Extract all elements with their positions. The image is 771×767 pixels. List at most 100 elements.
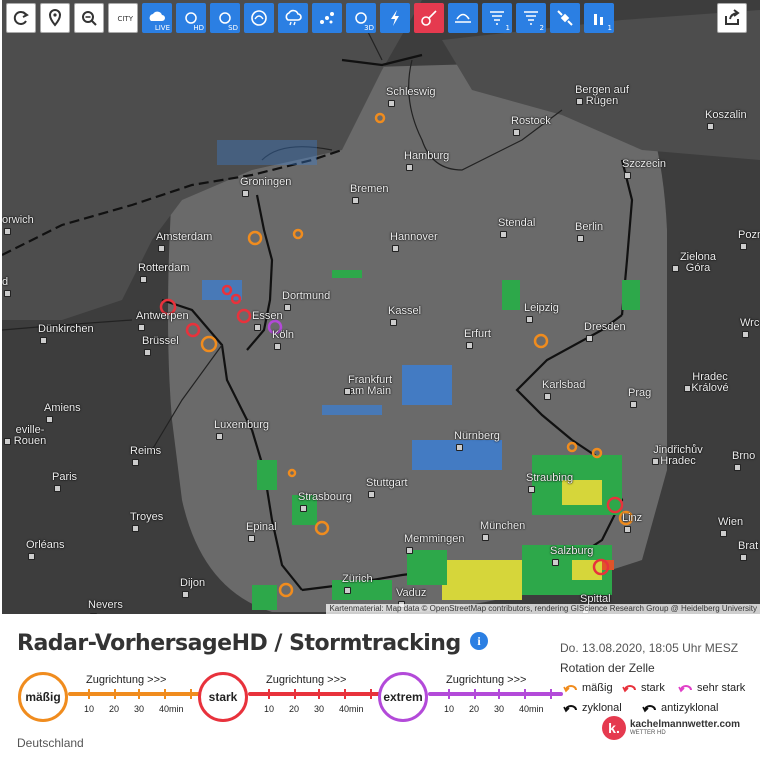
track-tick [550, 689, 552, 699]
city-labels-button[interactable]: CITY [108, 3, 138, 33]
city-label: Troyes [130, 511, 164, 523]
city-label: Vaduz [396, 587, 427, 599]
city-marker [4, 438, 11, 445]
city-label: Zürich [342, 573, 373, 585]
city-label: Groningen [240, 176, 292, 188]
city-marker [284, 304, 291, 311]
city-label: Paris [52, 471, 78, 483]
intensity-scale-0: mäßig Zugrichtung >>> 10 20 30 40min [18, 670, 208, 730]
city-label: Pozn [738, 229, 760, 241]
tornado-2-button[interactable]: 2 [516, 3, 546, 33]
city-marker [344, 388, 351, 395]
radar-sd-button[interactable]: SD [210, 3, 240, 33]
track-tick [114, 689, 116, 699]
city-marker [740, 243, 747, 250]
city-marker [707, 123, 714, 130]
city-marker [576, 98, 583, 105]
rotation-legend-label: stark [641, 682, 665, 694]
tick-label: 40min [339, 704, 364, 714]
city-marker [500, 231, 507, 238]
city-label: Dresden [584, 321, 626, 333]
track-tick [318, 689, 320, 699]
share-icon [725, 9, 740, 25]
city-marker [390, 319, 397, 326]
city-label: Antwerpen [136, 310, 189, 322]
radar-hd-label: HD [193, 24, 204, 32]
direction-caption: Zugrichtung >>> [446, 674, 527, 686]
radar-3d-button[interactable]: 3D [346, 3, 376, 33]
zoom-out-button[interactable] [74, 3, 104, 33]
satellite-icon [556, 9, 574, 27]
track-tick [474, 689, 476, 699]
city-marker [138, 324, 145, 331]
city-label: Wrc [740, 317, 760, 329]
city-marker [46, 416, 53, 423]
stations-button[interactable]: 1 [584, 3, 614, 33]
forecast-datetime: Do. 13.08.2020, 18:05 Uhr MESZ [560, 641, 739, 655]
city-marker [742, 331, 749, 338]
logo-subtitle: WETTER HD [630, 729, 666, 736]
hail-button[interactable] [312, 3, 342, 33]
city-marker [144, 349, 151, 356]
radar-hd-button[interactable]: HD [176, 3, 206, 33]
city-marker [652, 458, 659, 465]
info-icon[interactable]: i [470, 632, 488, 650]
stormtracking-button[interactable] [414, 3, 444, 33]
city-label: Brüssel [142, 335, 179, 347]
refresh-button[interactable] [6, 3, 36, 33]
lightning-button[interactable] [380, 3, 410, 33]
kachelmann-logo[interactable]: k. kachelmannwetter.com WETTER HD [602, 716, 740, 740]
rotation-legend-item: mäßig [563, 682, 613, 694]
rotation-legend-label: zyklonal [582, 702, 622, 714]
location-button[interactable] [40, 3, 70, 33]
track-tick [294, 689, 296, 699]
city-label: Kassel [388, 305, 422, 317]
tick-label: 40min [519, 704, 544, 714]
logo-name: kachelmannwetter.com [630, 718, 741, 730]
city-label: orwich [2, 214, 34, 226]
city-marker [406, 164, 413, 171]
live-radar-button[interactable]: LIVE [142, 3, 172, 33]
intensity-scale-1: stark Zugrichtung >>> 10 20 30 40min [198, 670, 388, 730]
city-label: Linz [622, 512, 643, 524]
city-label: Orléans [26, 539, 65, 551]
satellite-button[interactable] [550, 3, 580, 33]
radar-map[interactable]: CITY LIVE HD SD 3D 1 2 1 Schleswig Bergen auf Rü… [2, 0, 760, 614]
tick-label: 10 [444, 704, 455, 714]
city-label: Rostock [511, 115, 551, 127]
precipitation-type-button[interactable] [278, 3, 308, 33]
cloud-top-button[interactable] [448, 3, 478, 33]
zoom-out-icon [81, 10, 97, 26]
logo-mark: k. [602, 716, 626, 740]
rotation-arrow-icon [563, 682, 579, 694]
rotation-legend-item: zyklonal [563, 702, 622, 714]
radar-sd-icon [218, 11, 232, 25]
city-marker [54, 485, 61, 492]
tick-label: 40min [159, 704, 184, 714]
city-marker [577, 235, 584, 242]
tick-label: 10 [264, 704, 275, 714]
city-marker [388, 100, 395, 107]
city-label: Luxemburg [214, 419, 270, 431]
city-label: Brat [738, 540, 759, 552]
city-marker [552, 559, 559, 566]
city-marker [4, 290, 11, 297]
city-marker [586, 335, 593, 342]
city-marker [140, 276, 147, 283]
tornado-1-button[interactable]: 1 [482, 3, 512, 33]
direction-caption: Zugrichtung >>> [266, 674, 347, 686]
forecast-button[interactable] [244, 3, 274, 33]
track-tick [164, 689, 166, 699]
rotation-title: Rotation der Zelle [560, 661, 655, 675]
track-tick [524, 689, 526, 699]
tick-label: 30 [134, 704, 145, 714]
city-marker [248, 535, 255, 542]
map-attribution[interactable]: Kartenmaterial: Map data © OpenStreetMap… [326, 604, 760, 614]
map-base [2, 0, 760, 612]
city-label: Wien [718, 516, 744, 528]
live-radar-label: LIVE [154, 24, 170, 32]
city-marker [456, 444, 463, 451]
city-label: Stuttgart [366, 477, 408, 489]
radar-3d-icon [354, 11, 368, 25]
share-button[interactable] [717, 3, 747, 33]
